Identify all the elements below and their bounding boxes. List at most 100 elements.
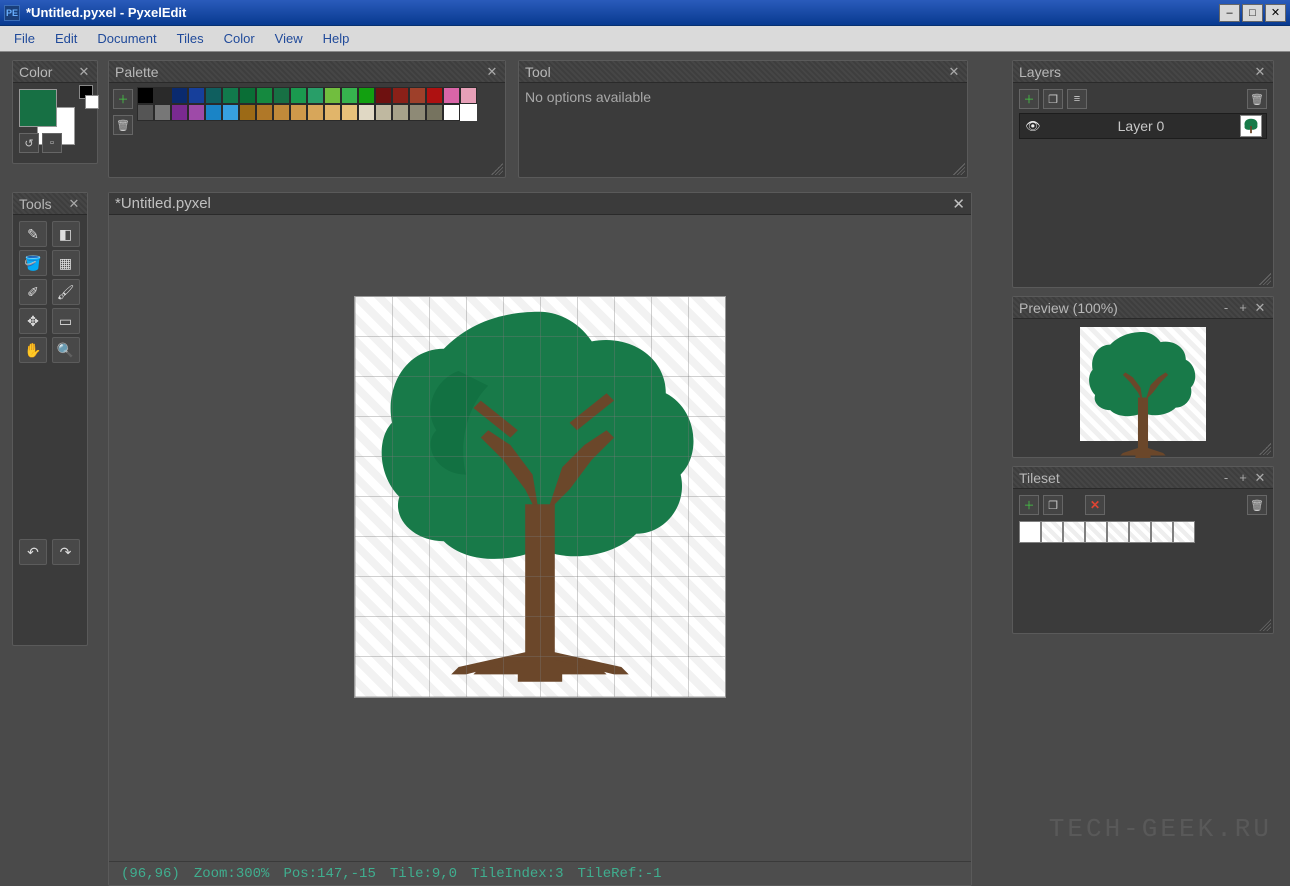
zoom-out-button[interactable]: - [1219,471,1233,485]
palette-color[interactable] [239,104,256,121]
close-button[interactable]: ✕ [1265,4,1286,22]
palette-color[interactable] [341,87,358,104]
palette-color[interactable] [239,87,256,104]
palette-color[interactable] [324,87,341,104]
eyedropper-tool[interactable]: ✐ [19,279,47,305]
close-icon[interactable]: ✕ [1253,65,1267,79]
canvas-viewport[interactable] [109,215,971,861]
palette-color[interactable] [392,87,409,104]
palette-color[interactable] [256,104,273,121]
undo-button[interactable]: ↶ [19,539,47,565]
palette-color[interactable] [273,104,290,121]
close-icon[interactable]: ✕ [67,197,81,211]
palette-color[interactable] [426,104,443,121]
hand-tool[interactable]: ✋ [19,337,47,363]
close-icon[interactable]: ✕ [1253,471,1267,485]
palette-color[interactable] [290,87,307,104]
duplicate-tile-button[interactable]: ❐ [1043,495,1063,515]
menu-view[interactable]: View [267,28,311,49]
palette-color[interactable] [256,87,273,104]
palette-color[interactable] [307,87,324,104]
close-icon[interactable]: ✕ [947,65,961,79]
close-icon[interactable]: ✕ [952,195,965,213]
tile-cell[interactable] [1129,521,1151,543]
add-tile-button[interactable]: ＋ [1019,495,1039,515]
tile-cell[interactable] [1019,521,1041,543]
palette-color[interactable] [358,87,375,104]
palette-color[interactable] [171,87,188,104]
resize-grip[interactable] [1259,273,1271,285]
palette-color[interactable] [307,104,324,121]
reset-colors-button[interactable]: ▫ [42,133,62,153]
merge-layer-button[interactable]: ≡ [1067,89,1087,109]
palette-color[interactable] [409,104,426,121]
zoom-out-button[interactable]: - [1219,301,1233,315]
menu-edit[interactable]: Edit [47,28,85,49]
fill-tool[interactable]: 🪣 [19,250,47,276]
delete-color-button[interactable]: 🗑 [113,115,133,135]
palette-color[interactable] [154,104,171,121]
palette-color[interactable] [273,87,290,104]
palette-color[interactable] [426,87,443,104]
menu-document[interactable]: Document [89,28,164,49]
tile-place-tool[interactable]: ▭ [52,308,80,334]
swap-colors-button[interactable]: ↺ [19,133,39,153]
resize-grip[interactable] [953,163,965,175]
zoom-tool[interactable]: 🔍 [52,337,80,363]
palette-color[interactable] [290,104,307,121]
menu-file[interactable]: File [6,28,43,49]
palette-color[interactable] [171,104,188,121]
duplicate-layer-button[interactable]: ❐ [1043,89,1063,109]
zoom-in-button[interactable]: + [1236,471,1250,485]
visibility-icon[interactable]: 👁 [1024,119,1042,133]
palette-color[interactable] [137,104,154,121]
palette-color[interactable] [392,104,409,121]
minimize-button[interactable]: – [1219,4,1240,22]
canvas[interactable] [355,297,725,697]
close-icon[interactable]: ✕ [77,65,91,79]
close-icon[interactable]: ✕ [485,65,499,79]
palette-color[interactable] [154,87,171,104]
add-layer-button[interactable]: ＋ [1019,89,1039,109]
palette-color[interactable] [443,87,460,104]
pencil-tool[interactable]: ✎ [19,221,47,247]
palette-color[interactable] [409,87,426,104]
palette-color[interactable] [137,87,154,104]
tile-cell[interactable] [1085,521,1107,543]
palette-color[interactable] [205,104,222,121]
move-tool[interactable]: ✥ [19,308,47,334]
palette-color[interactable] [341,104,358,121]
palette-color[interactable] [188,87,205,104]
default-white-swatch[interactable] [85,95,99,109]
palette-color[interactable] [188,104,205,121]
clear-tile-button[interactable]: ✕ [1085,495,1105,515]
palette-color[interactable] [358,104,375,121]
layer-item[interactable]: 👁 Layer 0 [1019,113,1267,139]
tile-cell[interactable] [1173,521,1195,543]
menu-color[interactable]: Color [216,28,263,49]
tile-cell[interactable] [1151,521,1173,543]
palette-color[interactable] [205,87,222,104]
resize-grip[interactable] [1259,443,1271,455]
menu-help[interactable]: Help [315,28,358,49]
palette-color[interactable] [222,87,239,104]
tile-cell[interactable] [1107,521,1129,543]
palette-color[interactable] [460,104,477,121]
palette-color[interactable] [460,87,477,104]
foreground-color-swatch[interactable] [19,89,57,127]
palette-color[interactable] [375,87,392,104]
close-icon[interactable]: ✕ [1253,301,1267,315]
redo-button[interactable]: ↷ [52,539,80,565]
palette-color[interactable] [443,104,460,121]
select-tool[interactable]: ▦ [52,250,80,276]
tile-cell[interactable] [1041,521,1063,543]
eraser-tool[interactable]: ◧ [52,221,80,247]
maximize-button[interactable]: □ [1242,4,1263,22]
menu-tiles[interactable]: Tiles [169,28,212,49]
palette-color[interactable] [324,104,341,121]
tile-cell[interactable] [1063,521,1085,543]
delete-tile-button[interactable]: 🗑 [1247,495,1267,515]
resize-grip[interactable] [491,163,503,175]
delete-layer-button[interactable]: 🗑 [1247,89,1267,109]
zoom-in-button[interactable]: + [1236,301,1250,315]
